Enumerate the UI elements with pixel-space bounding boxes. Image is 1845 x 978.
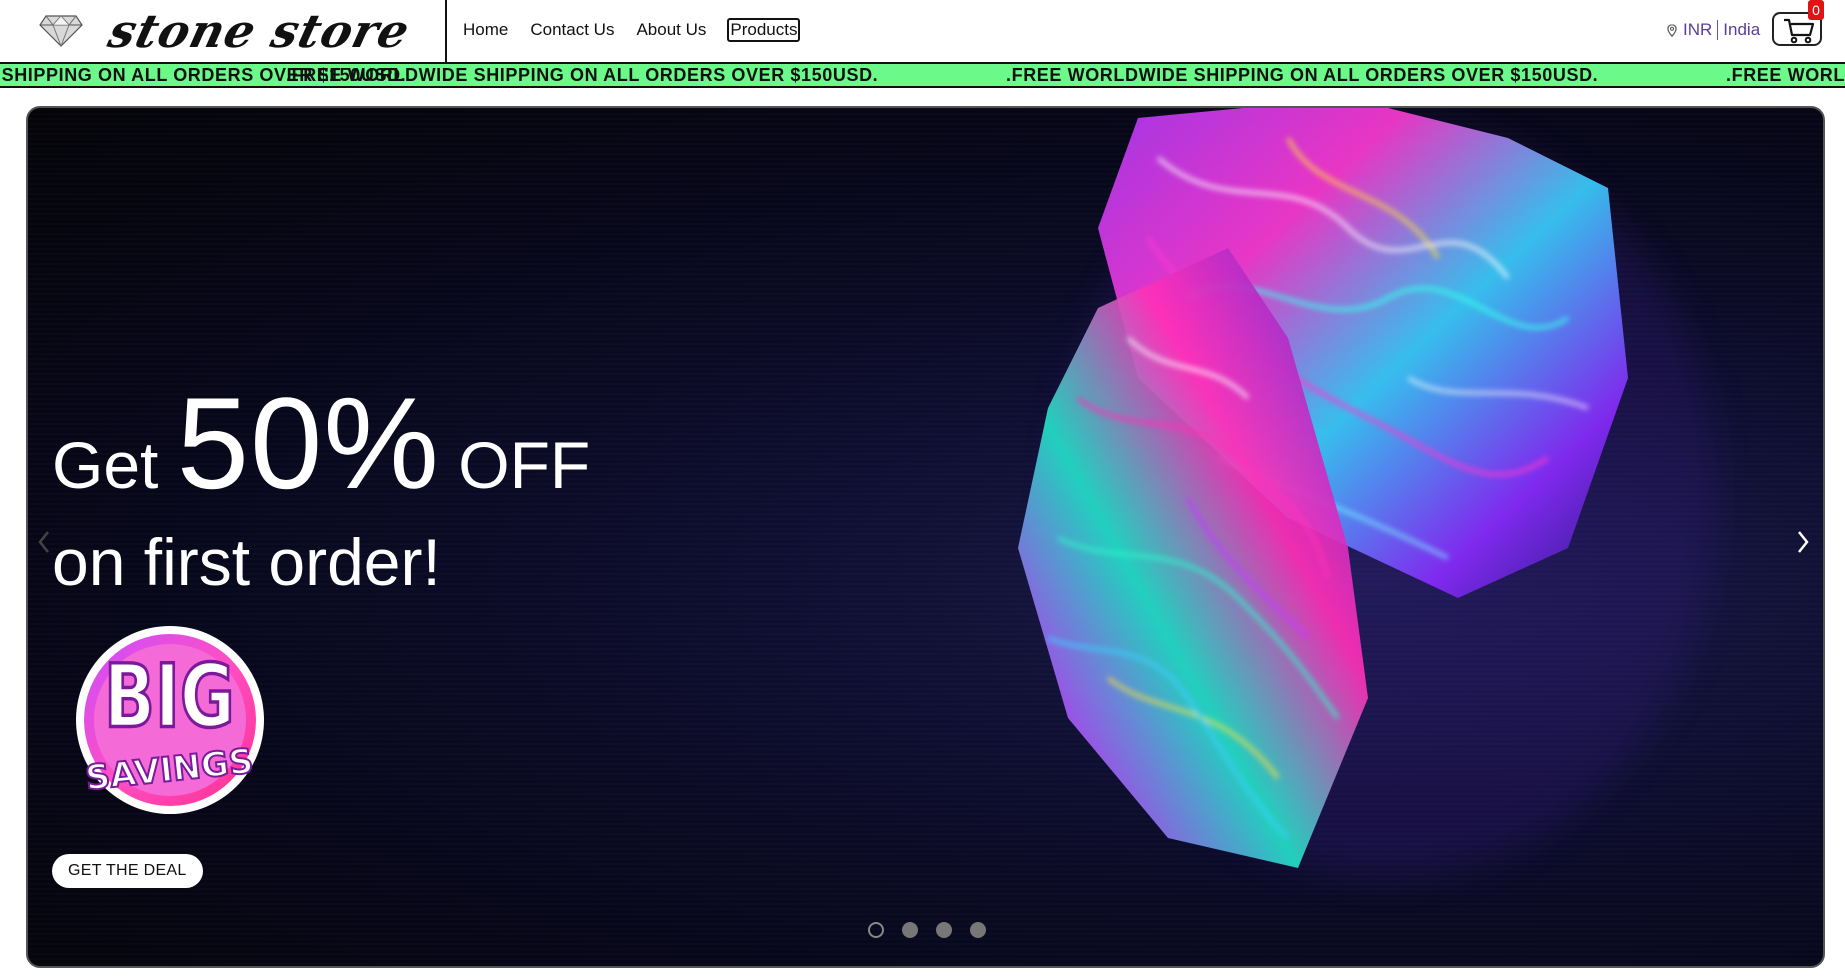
locale-separator xyxy=(1717,20,1719,40)
ticker-text: .FREE WORLDWIDE SHIPPING ON ALL ORDERS O… xyxy=(286,65,879,85)
hero-headline: Get 50% OFF xyxy=(52,378,590,508)
carousel-prev-arrow-icon[interactable] xyxy=(32,522,56,562)
headline-suffix: OFF xyxy=(458,428,591,502)
nav-link-contact-us[interactable]: Contact Us xyxy=(529,18,615,42)
carousel-next-arrow-icon[interactable] xyxy=(1791,522,1815,562)
big-savings-badge: BIG SAVINGS xyxy=(76,626,264,814)
carousel-indicators xyxy=(868,922,986,938)
hero-carousel: Get 50% OFF on first order! BIG SAVINGS … xyxy=(26,106,1825,968)
shipping-ticker: .FREE WORLDWIDE SHIPPING ON ALL ORDERS O… xyxy=(0,62,1845,88)
nav-link-products[interactable]: Products xyxy=(727,18,801,42)
country-label: India xyxy=(1723,20,1761,39)
main-nav: Home Contact Us About Us Products xyxy=(462,18,820,42)
diamond-logo-icon[interactable] xyxy=(38,12,84,48)
header-divider xyxy=(445,0,447,62)
nav-link-home[interactable]: Home xyxy=(462,18,509,42)
location-pin-icon xyxy=(1667,23,1677,37)
headline-discount: 50% xyxy=(176,370,440,516)
ticker-text: .FREE WORLDWIDE SHIPPING ON ALL ORDERS O… xyxy=(1726,65,1845,85)
currency-label: INR xyxy=(1683,20,1713,39)
brand-logo-text[interactable]: stone store xyxy=(102,0,437,62)
locale-selector[interactable]: INR India xyxy=(1667,20,1760,40)
ticker-text: .FREE WORLDWIDE SHIPPING ON ALL ORDERS O… xyxy=(1006,65,1599,85)
shopping-cart-icon xyxy=(1784,18,1815,44)
cart-count-badge: 0 xyxy=(1808,0,1824,20)
get-the-deal-button[interactable]: GET THE DEAL xyxy=(52,854,203,888)
carousel-dot-4[interactable] xyxy=(970,922,986,938)
site-header: stone store Home Contact Us About Us Pro… xyxy=(0,0,1845,62)
carousel-dot-2[interactable] xyxy=(902,922,918,938)
hero-subheadline: on first order! xyxy=(52,525,441,599)
crystal-hero-image xyxy=(1018,108,1718,878)
carousel-dot-1[interactable] xyxy=(868,922,884,938)
carousel-dot-3[interactable] xyxy=(936,922,952,938)
headline-prefix: Get xyxy=(52,428,159,502)
nav-link-about-us[interactable]: About Us xyxy=(635,18,707,42)
badge-line-1: BIG xyxy=(104,647,235,748)
